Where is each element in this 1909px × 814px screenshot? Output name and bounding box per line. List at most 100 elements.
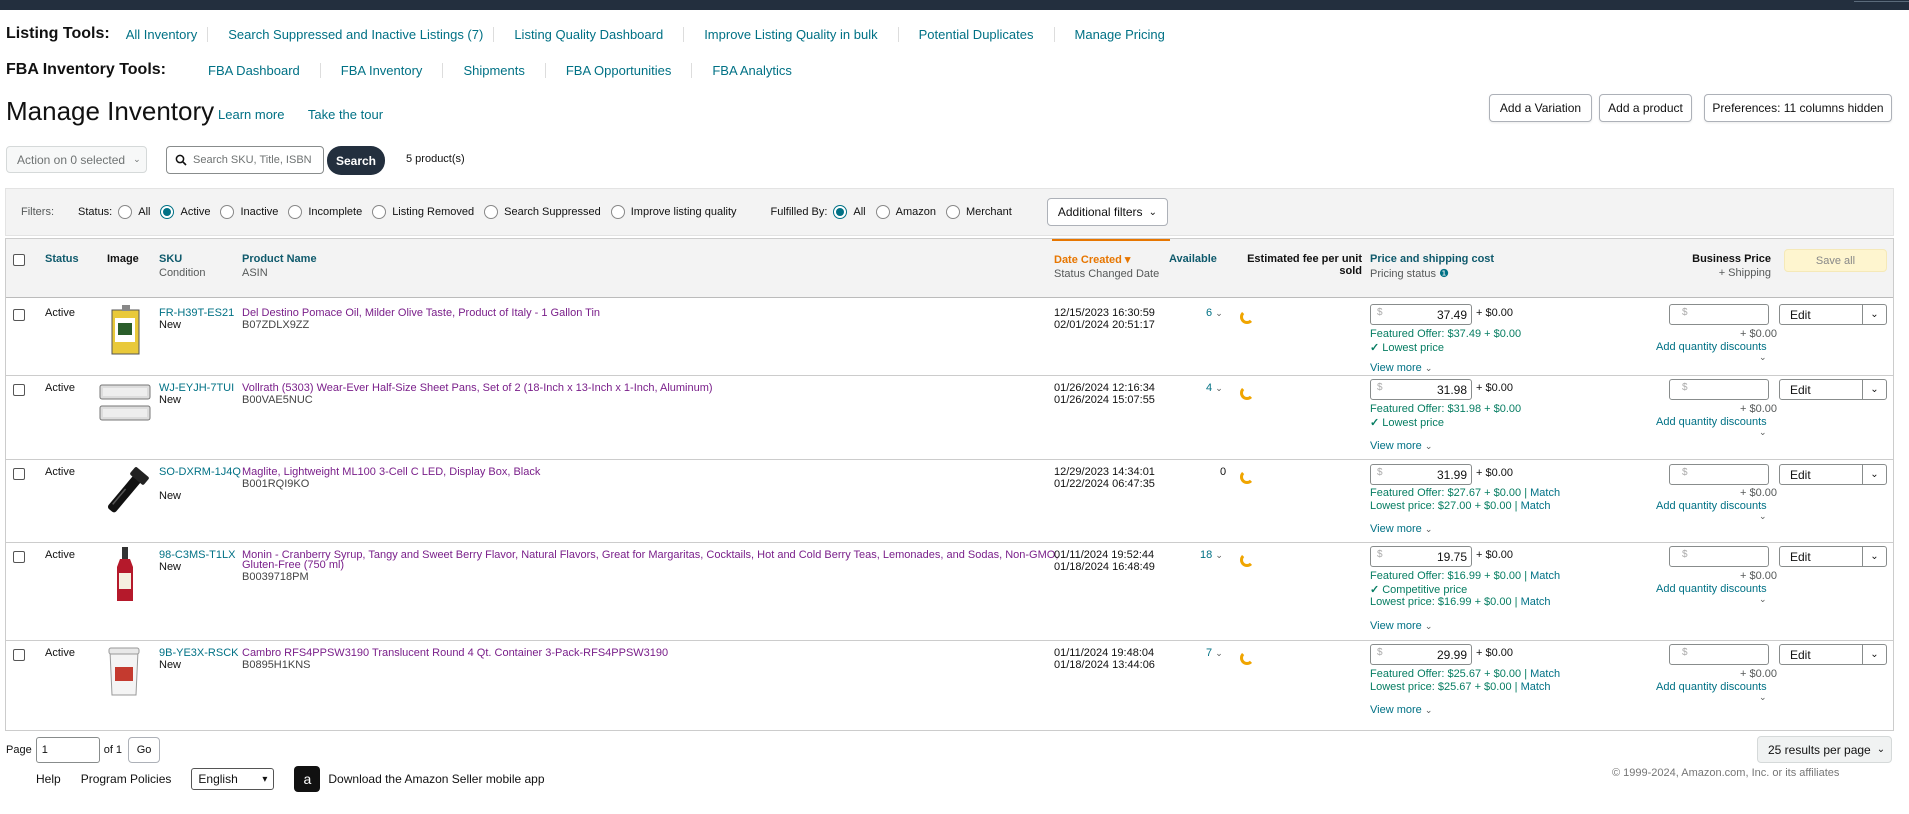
col-available[interactable]: Available <box>1169 253 1217 265</box>
page-number-input[interactable]: 1 <box>35 737 100 763</box>
edit-button[interactable]: Edit ⌄ <box>1779 464 1887 485</box>
bulk-action-select[interactable]: Action on 0 selected ⌄ <box>6 146 147 173</box>
status-listing-removed-radio[interactable] <box>372 205 387 219</box>
status-active-label[interactable]: Active <box>180 206 210 218</box>
chevron-down-icon[interactable]: ⌄ <box>1759 691 1767 703</box>
add-quantity-discounts-link[interactable]: Add quantity discounts <box>1656 341 1767 353</box>
add-quantity-discounts-link[interactable]: Add quantity discounts <box>1656 500 1767 512</box>
match-link[interactable]: Match <box>1521 500 1551 512</box>
row-available[interactable]: 6 ⌄ <box>1206 307 1223 319</box>
status-all-radio[interactable] <box>118 205 133 219</box>
fulfilled-amazon-label[interactable]: Amazon <box>896 206 936 218</box>
row-checkbox[interactable] <box>13 649 25 661</box>
add-quantity-discounts-link[interactable]: Add quantity discounts <box>1656 583 1767 595</box>
info-icon[interactable]: ❶ <box>1436 268 1449 280</box>
olive-oil-tin-image[interactable] <box>109 304 143 359</box>
search-input[interactable]: Search SKU, Title, ISBN <box>166 146 324 174</box>
sheet-pans-image[interactable] <box>98 382 152 429</box>
learn-more-link[interactable]: Learn more <box>218 107 284 122</box>
row-product-name[interactable]: Cambro RFS4PPSW3190 Translucent Round 4 … <box>242 647 668 659</box>
col-sku[interactable]: SKU Condition <box>159 253 205 279</box>
match-link[interactable]: Match <box>1530 487 1560 499</box>
col-price[interactable]: Price and shipping cost Pricing status ❶ <box>1370 253 1494 280</box>
business-price-input[interactable]: $ <box>1669 464 1769 485</box>
take-tour-link[interactable]: Take the tour <box>308 107 383 122</box>
status-incomplete-radio[interactable] <box>288 205 303 219</box>
status-listing-removed-label[interactable]: Listing Removed <box>392 206 474 218</box>
price-input[interactable]: $31.98 <box>1370 379 1472 400</box>
status-inactive-radio[interactable] <box>220 205 235 219</box>
link-all-inventory[interactable]: All Inventory <box>116 26 209 42</box>
match-link[interactable]: Match <box>1521 596 1551 608</box>
view-more-link[interactable]: View more ⌄ <box>1370 704 1432 716</box>
chevron-down-icon[interactable]: ⌄ <box>1862 465 1886 484</box>
results-per-page-select[interactable]: 25 results per page ⌄ <box>1757 736 1892 763</box>
col-date-created[interactable]: Date Created ▾ Status Changed Date <box>1054 253 1159 280</box>
flashlight-image[interactable] <box>98 464 154 523</box>
fulfilled-all-radio[interactable] <box>833 205 848 219</box>
row-product-name[interactable]: Maglite, Lightweight ML100 3-Cell C LED,… <box>242 466 540 478</box>
add-quantity-discounts-link[interactable]: Add quantity discounts <box>1656 416 1767 428</box>
business-price-input[interactable]: $ <box>1669 546 1769 567</box>
price-input[interactable]: $37.49 <box>1370 304 1472 325</box>
row-sku[interactable]: FR-H39T-ES21 <box>159 307 234 319</box>
go-button[interactable]: Go <box>128 737 161 763</box>
link-fba-inventory[interactable]: FBA Inventory <box>321 62 444 78</box>
link-manage-pricing[interactable]: Manage Pricing <box>1055 27 1175 42</box>
row-sku[interactable]: 98-C3MS-T1LX <box>159 549 235 561</box>
program-policies-link[interactable]: Program Policies <box>81 772 172 786</box>
row-available[interactable]: 18 ⌄ <box>1200 549 1223 561</box>
syrup-bottle-image[interactable] <box>114 547 136 606</box>
status-improve-quality-label[interactable]: Improve listing quality <box>631 206 737 218</box>
row-product-name[interactable]: Vollrath (5303) Wear-Ever Half-Size Shee… <box>242 382 713 394</box>
price-input[interactable]: $19.75 <box>1370 546 1472 567</box>
status-active-radio[interactable] <box>160 205 175 219</box>
row-sku[interactable]: SO-DXRM-1J4Q <box>159 466 241 478</box>
edit-button[interactable]: Edit ⌄ <box>1779 304 1887 325</box>
preferences-button[interactable]: Preferences: 11 columns hidden <box>1704 94 1892 122</box>
match-link[interactable]: Match <box>1530 668 1560 680</box>
status-incomplete-label[interactable]: Incomplete <box>308 206 362 218</box>
container-image[interactable] <box>107 645 141 700</box>
link-shipments[interactable]: Shipments <box>443 62 546 78</box>
match-link[interactable]: Match <box>1530 570 1560 582</box>
link-improve-listing-quality[interactable]: Improve Listing Quality in bulk <box>684 26 899 42</box>
link-fba-analytics[interactable]: FBA Analytics <box>692 63 801 78</box>
edit-button[interactable]: Edit ⌄ <box>1779 379 1887 400</box>
link-listing-quality-dashboard[interactable]: Listing Quality Dashboard <box>494 26 685 42</box>
add-product-button[interactable]: Add a product <box>1599 94 1692 122</box>
row-checkbox[interactable] <box>13 551 25 563</box>
chevron-down-icon[interactable]: ⌄ <box>1759 351 1767 363</box>
row-checkbox[interactable] <box>13 309 25 321</box>
row-checkbox[interactable] <box>13 468 25 480</box>
row-product-name-line2[interactable]: Gluten-Free (750 ml) <box>242 559 344 571</box>
status-search-suppressed-label[interactable]: Search Suppressed <box>504 206 601 218</box>
edit-button[interactable]: Edit ⌄ <box>1779 644 1887 665</box>
status-inactive-label[interactable]: Inactive <box>240 206 278 218</box>
link-fba-opportunities[interactable]: FBA Opportunities <box>546 62 693 78</box>
link-search-suppressed[interactable]: Search Suppressed and Inactive Listings … <box>208 26 495 42</box>
link-fba-dashboard[interactable]: FBA Dashboard <box>172 62 321 78</box>
business-price-input[interactable]: $ <box>1669 644 1769 665</box>
chevron-down-icon[interactable]: ⌄ <box>1759 593 1767 605</box>
additional-filters-button[interactable]: Additional filters ⌄ <box>1046 198 1168 226</box>
status-search-suppressed-radio[interactable] <box>484 205 499 219</box>
fulfilled-merchant-radio[interactable] <box>945 205 960 219</box>
row-sku[interactable]: 9B-YE3X-RSCK <box>159 647 238 659</box>
price-input[interactable]: $29.99 <box>1370 644 1472 665</box>
row-sku[interactable]: WJ-EYJH-7TUI <box>159 382 234 394</box>
row-product-name[interactable]: Monin - Cranberry Syrup, Tangy and Sweet… <box>242 549 1058 561</box>
chevron-down-icon[interactable]: ⌄ <box>1759 510 1767 522</box>
add-quantity-discounts-link[interactable]: Add quantity discounts <box>1656 681 1767 693</box>
match-link[interactable]: Match <box>1521 681 1551 693</box>
business-price-input[interactable]: $ <box>1669 304 1769 325</box>
row-product-name[interactable]: Del Destino Pomace Oil, Milder Olive Tas… <box>242 307 600 319</box>
col-product-name[interactable]: Product Name ASIN <box>242 253 317 279</box>
status-improve-quality-radio[interactable] <box>610 205 625 219</box>
price-input[interactable]: $31.99 <box>1370 464 1472 485</box>
chevron-down-icon[interactable]: ⌄ <box>1862 305 1886 324</box>
view-more-link[interactable]: View more ⌄ <box>1370 362 1432 374</box>
edit-button[interactable]: Edit ⌄ <box>1779 546 1887 567</box>
select-all-checkbox[interactable] <box>13 254 25 266</box>
chevron-down-icon[interactable]: ⌄ <box>1862 645 1886 664</box>
